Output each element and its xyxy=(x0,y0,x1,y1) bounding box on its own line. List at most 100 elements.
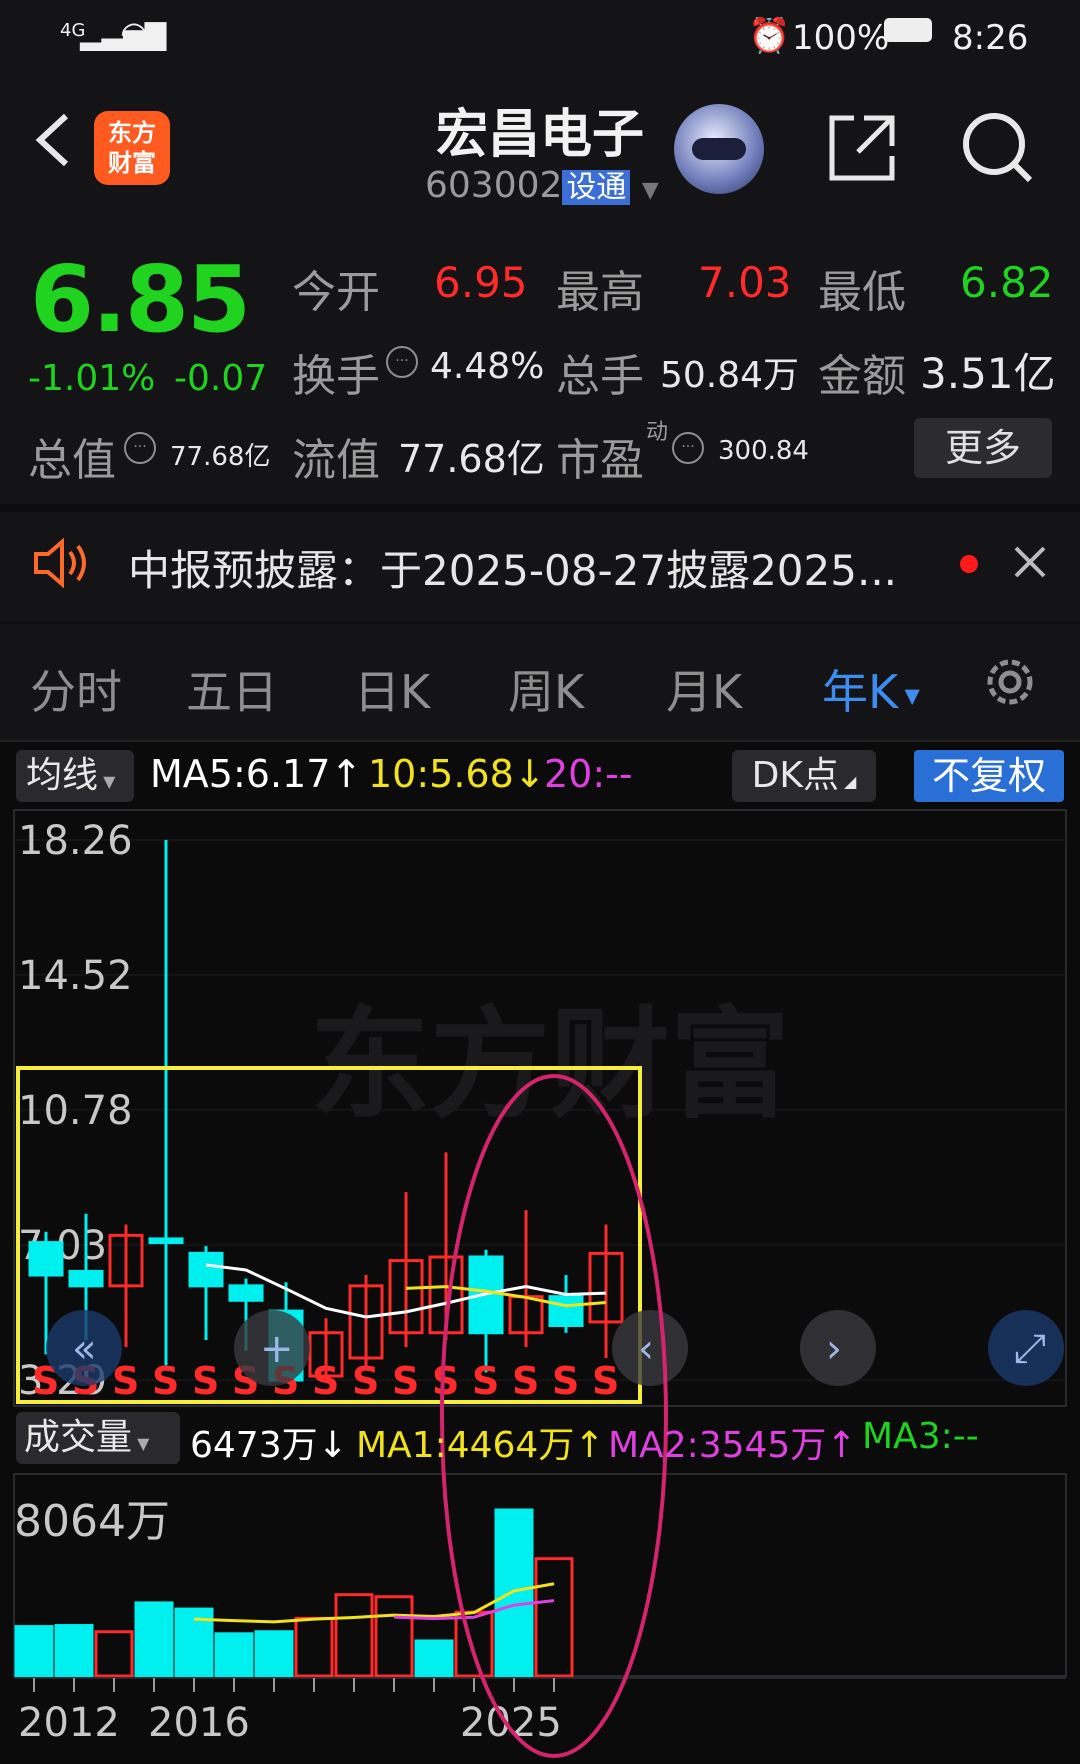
volume-axis-label: 8064万 xyxy=(14,1496,170,1547)
volume-bar xyxy=(254,1630,294,1678)
stock-code-row[interactable]: 603002 设通 ▼ xyxy=(425,162,659,206)
robot-assistant-icon[interactable] xyxy=(674,104,764,194)
volume-bar xyxy=(134,1601,174,1678)
amount-value: 3.51亿 xyxy=(920,349,1056,398)
chevron-down-icon: ▼ xyxy=(641,178,659,203)
status-bar: 4G ▂▃▅▇ ◠ ⏰ 100% 8:26 xyxy=(0,0,1080,76)
ma-selector-label: 均线 xyxy=(26,755,99,796)
volume-ma2: MA2:3545万↑ xyxy=(608,1425,857,1466)
high-value: 7.03 xyxy=(698,258,792,307)
wifi-icon: ◠ xyxy=(120,14,148,52)
ma5-readout: MA5:6.17↑ xyxy=(150,752,363,796)
pe-superscript: 动 xyxy=(646,420,669,445)
x-axis-label: 2025 xyxy=(460,1700,562,1746)
ma10-readout: 10:5.68↓ xyxy=(368,752,546,796)
sell-signal-label: S xyxy=(152,1359,179,1403)
open-value: 6.95 xyxy=(434,258,528,307)
volume-bar xyxy=(534,1557,574,1678)
tab-yearly-k[interactable]: 年K ▼ xyxy=(822,656,920,722)
volume-bar xyxy=(494,1508,534,1678)
sell-signal-label: S xyxy=(352,1359,379,1403)
sell-signal-label: S xyxy=(512,1359,539,1403)
mktcap-label: 总值 xyxy=(28,435,116,486)
volume-current: 6473万↓ xyxy=(190,1425,348,1466)
candle-body xyxy=(28,1241,64,1277)
chart-nav-icon: « xyxy=(72,1326,96,1372)
corner-arrow-icon: ◢ xyxy=(838,772,857,791)
volume-indicator-selector[interactable]: 成交量 ▼ xyxy=(16,1412,180,1464)
tab-daily-k[interactable]: 日K xyxy=(354,656,430,722)
price-axis-label: 10.78 xyxy=(18,1088,133,1134)
volume-value: 50.84万 xyxy=(660,355,800,396)
chart-nav-icon: › xyxy=(826,1326,842,1372)
open-label: 今开 xyxy=(292,267,380,318)
sell-signal-label: S xyxy=(312,1359,339,1403)
share-icon[interactable] xyxy=(824,110,900,186)
volume-bar xyxy=(214,1632,254,1678)
dk-point-label: DK点 xyxy=(751,755,839,796)
close-icon[interactable] xyxy=(1010,542,1050,582)
notice-text[interactable]: 中报预披露：于2025-08-27披露2025... xyxy=(128,537,897,598)
ma20-readout: 20:-- xyxy=(544,752,633,796)
sell-signal-label: S xyxy=(472,1359,499,1403)
tab-monthly-k[interactable]: 月K xyxy=(666,656,742,722)
settings-gear-icon[interactable] xyxy=(980,652,1040,712)
candle-body xyxy=(228,1284,264,1302)
info-icon[interactable]: ··· xyxy=(124,432,156,464)
info-icon[interactable]: ··· xyxy=(672,432,704,464)
battery-icon xyxy=(884,18,932,42)
current-price: 6.85 xyxy=(30,246,251,353)
price-axis-label: 14.52 xyxy=(18,953,133,999)
candle-body xyxy=(68,1269,104,1288)
stock-code: 603002 xyxy=(425,165,563,206)
volume-label: 总手 xyxy=(556,351,644,402)
volume-bar xyxy=(54,1624,94,1678)
sell-signal-label: S xyxy=(592,1359,619,1403)
pe-value: 300.84 xyxy=(718,436,809,466)
dk-point-button[interactable]: DK点 ◢ xyxy=(732,750,876,802)
x-axis-label: 2016 xyxy=(148,1700,250,1746)
high-label: 最高 xyxy=(556,267,644,318)
battery-percent: 100% xyxy=(792,18,890,58)
sell-signal-label: S xyxy=(392,1359,419,1403)
float-value: 77.68亿 xyxy=(398,437,545,481)
amount-label: 金额 xyxy=(818,351,906,402)
mktcap-value: 77.68亿 xyxy=(170,442,271,472)
volume-bar xyxy=(454,1610,494,1678)
change-amount: -0.07 xyxy=(174,358,268,399)
volume-bar xyxy=(334,1593,374,1678)
volume-selector-label: 成交量 xyxy=(24,1417,133,1458)
adjust-button[interactable]: 不复权 xyxy=(914,750,1064,802)
chevron-down-icon: ▼ xyxy=(132,1434,150,1453)
float-label: 流值 xyxy=(292,435,380,486)
tab-five-day[interactable]: 五日 xyxy=(186,656,278,722)
chart-nav-icon: ‹ xyxy=(638,1326,654,1372)
volume-ma1: MA1:4464万↑ xyxy=(356,1425,605,1466)
volume-bar xyxy=(414,1639,454,1678)
ma-selector[interactable]: 均线 ▼ xyxy=(16,750,134,802)
turnover-label: 换手 xyxy=(292,351,380,402)
tab-yearly-k-label: 年K xyxy=(822,665,899,719)
sell-signal-label: S xyxy=(552,1359,579,1403)
search-icon[interactable] xyxy=(958,108,1038,188)
chart-nav-icon: ⤢ xyxy=(1014,1326,1046,1372)
candle-body xyxy=(148,1237,184,1245)
volume-bar xyxy=(374,1595,414,1678)
speaker-icon xyxy=(32,537,92,589)
sell-signal-label: S xyxy=(192,1359,219,1403)
turnover-value: 4.48% xyxy=(430,346,545,387)
unread-dot xyxy=(960,555,978,573)
clock: 8:26 xyxy=(952,18,1029,58)
chevron-down-icon: ▼ xyxy=(898,683,920,708)
kline-chart[interactable]: 18.2614.5210.787.033.29东方财富SSSSSSSSSSSSS… xyxy=(0,806,1080,1764)
tab-weekly-k[interactable]: 周K xyxy=(508,656,584,722)
more-button[interactable]: 更多 xyxy=(914,418,1052,478)
chart-nav-icon: + xyxy=(260,1326,294,1372)
chevron-down-icon: ▼ xyxy=(98,772,116,791)
stock-badge: 设通 xyxy=(562,170,631,205)
pe-label: 市盈 xyxy=(556,435,644,486)
change-percent: -1.01% xyxy=(28,358,156,399)
volume-bar xyxy=(294,1616,334,1678)
tab-intraday[interactable]: 分时 xyxy=(30,656,122,722)
info-icon[interactable]: ··· xyxy=(386,346,418,378)
